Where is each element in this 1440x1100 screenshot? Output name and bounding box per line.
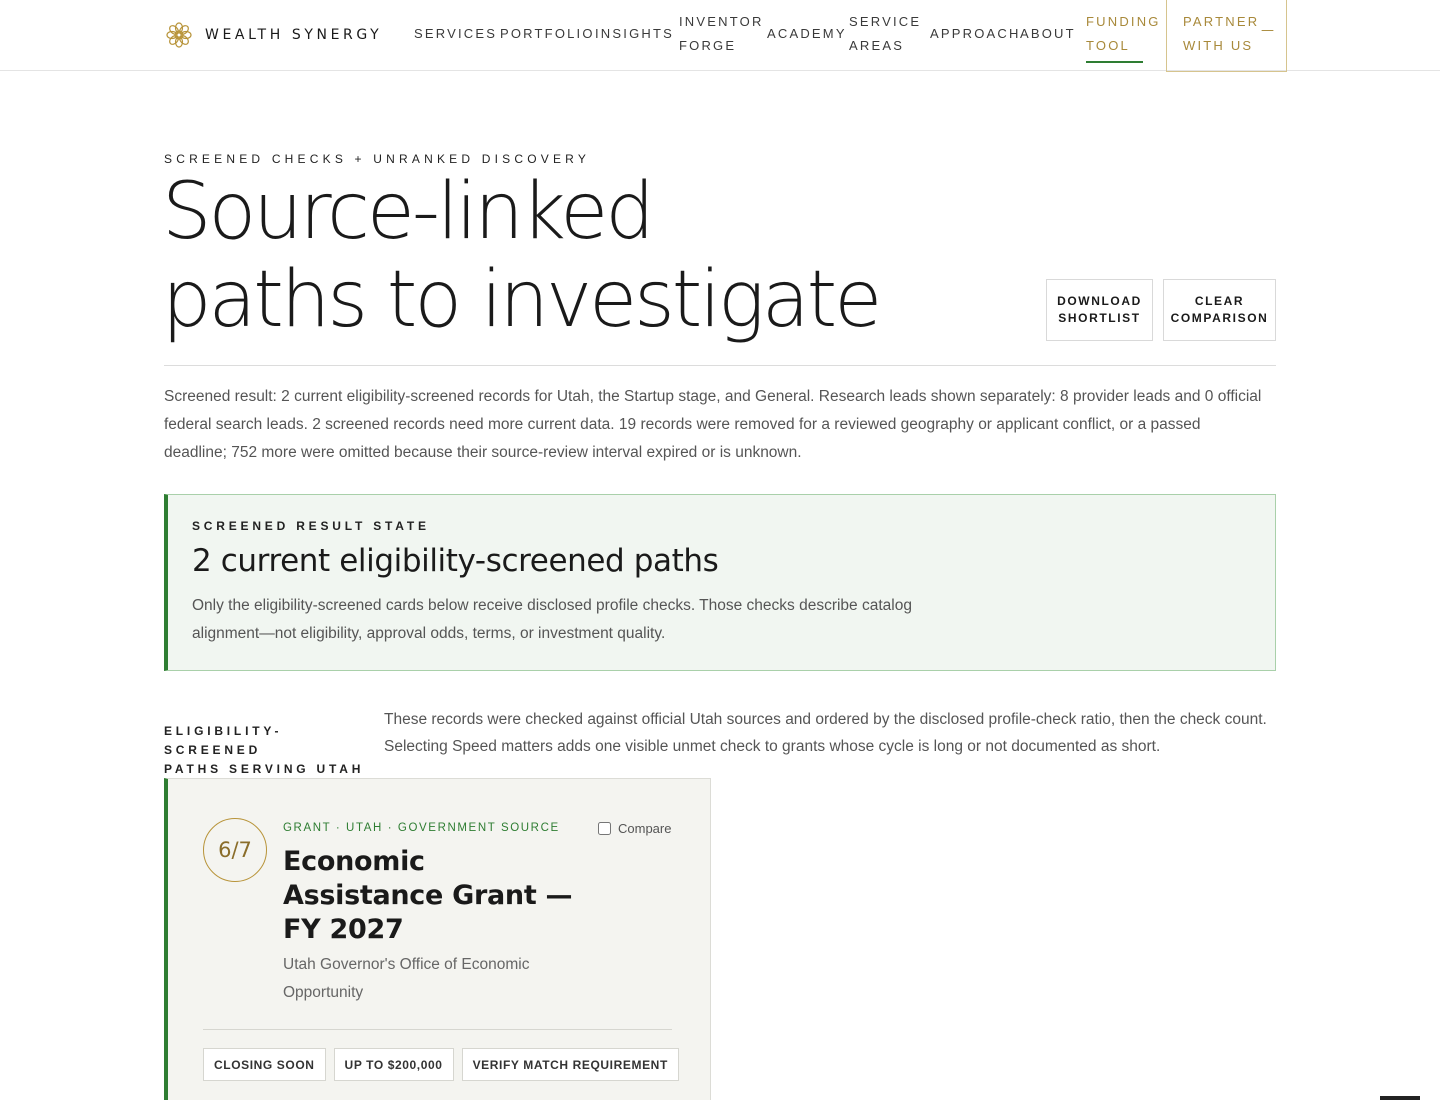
card-divider: [203, 1029, 672, 1030]
partner-with-us-button[interactable]: PARTNER WITH US —: [1166, 0, 1287, 72]
dash-icon: —: [1261, 23, 1274, 38]
section-description: These records were checked against offic…: [384, 711, 1267, 755]
funding-card[interactable]: 6/7 GRANT · UTAH · GOVERNMENT SOURCE Com…: [164, 778, 711, 1100]
profile-check-score: 6/7: [203, 818, 267, 882]
nav-active-underline: [1086, 61, 1143, 63]
nav-academy[interactable]: ACADEMY: [767, 22, 847, 46]
card-category-tag: GRANT · UTAH · GOVERNMENT SOURCE: [283, 822, 560, 834]
nav-insights[interactable]: INSIGHTS: [595, 22, 674, 46]
download-shortlist-button[interactable]: DOWNLOAD SHORTLIST: [1046, 279, 1153, 341]
chip-closing-soon: CLOSING SOON: [203, 1048, 326, 1081]
brand-logo[interactable]: WEALTH SYNERGY: [164, 20, 382, 50]
nav-funding-tool-line1: FUNDING: [1086, 14, 1161, 29]
card-title[interactable]: Economic Assistance Grant — FY 2027: [283, 845, 583, 947]
section-label-line2: PATHS SERVING UTAH: [164, 762, 365, 776]
page-title-line2: paths to investigate: [162, 255, 882, 345]
nav-funding-tool-line2: TOOL: [1086, 38, 1130, 53]
divider: [164, 365, 1276, 366]
partner-label-line1: PARTNER: [1183, 14, 1260, 29]
nav-inventor-forge[interactable]: INVENTOR FORGE: [679, 10, 764, 58]
chip-verify-match: VERIFY MATCH REQUIREMENT: [461, 1048, 679, 1081]
compare-checkbox[interactable]: [598, 822, 611, 835]
clear-comparison-label: CLEAR COMPARISON: [1170, 294, 1269, 325]
nav-service-areas[interactable]: SERVICE AREAS: [849, 10, 921, 58]
page-title-line1: Source-linked: [162, 167, 655, 257]
partner-label: PARTNER WITH US: [1183, 10, 1259, 58]
chip-amount: UP TO $200,000: [333, 1048, 454, 1081]
hero-eyebrow: SCREENED CHECKS + UNRANKED DISCOVERY: [164, 152, 591, 166]
result-state-panel: SCREENED RESULT STATE 2 current eligibil…: [164, 494, 1276, 671]
nav-service-areas-line1: SERVICE: [849, 14, 922, 29]
site-header: WEALTH SYNERGY SERVICES PORTFOLIO INSIGH…: [0, 0, 1440, 72]
nav-inventor-forge-line1: INVENTOR: [679, 14, 764, 29]
section-label-line1: ELIGIBILITY-SCREENED: [164, 724, 283, 757]
brand-name: WEALTH SYNERGY: [205, 27, 383, 43]
nav-portfolio[interactable]: PORTFOLIO: [500, 22, 595, 46]
nav-funding-tool[interactable]: FUNDING TOOL: [1086, 10, 1161, 58]
nav-service-areas-line2: AREAS: [849, 38, 905, 53]
mandala-logo-icon: [166, 22, 192, 48]
clear-comparison-button[interactable]: CLEAR COMPARISON: [1163, 279, 1276, 341]
nav-about[interactable]: ABOUT: [1020, 22, 1076, 46]
screened-summary: Screened result: 2 current eligibility-s…: [164, 388, 1262, 461]
corner-widget[interactable]: [1380, 1096, 1420, 1100]
compare-label: Compare: [618, 821, 672, 836]
result-state-description: Only the eligibility-screened cards belo…: [192, 597, 912, 642]
nav-approach[interactable]: APPROACH: [930, 22, 1021, 46]
result-state-eyebrow: SCREENED RESULT STATE: [192, 519, 430, 533]
nav-services[interactable]: SERVICES: [414, 22, 497, 46]
card-chips: CLOSING SOON UP TO $200,000 VERIFY MATCH…: [203, 1048, 679, 1081]
section-label: ELIGIBILITY-SCREENED PATHS SERVING UTAH: [164, 722, 374, 779]
download-shortlist-label: DOWNLOAD SHORTLIST: [1057, 294, 1142, 325]
result-state-title: 2 current eligibility-screened paths: [192, 543, 719, 579]
nav-inventor-forge-line2: FORGE: [679, 38, 737, 53]
compare-toggle[interactable]: Compare: [598, 821, 671, 836]
page-title: Source-linked paths to investigate: [162, 167, 882, 345]
card-organization: Utah Governor's Office of Economic Oppor…: [283, 956, 530, 1001]
partner-label-line2: WITH US: [1183, 38, 1254, 53]
